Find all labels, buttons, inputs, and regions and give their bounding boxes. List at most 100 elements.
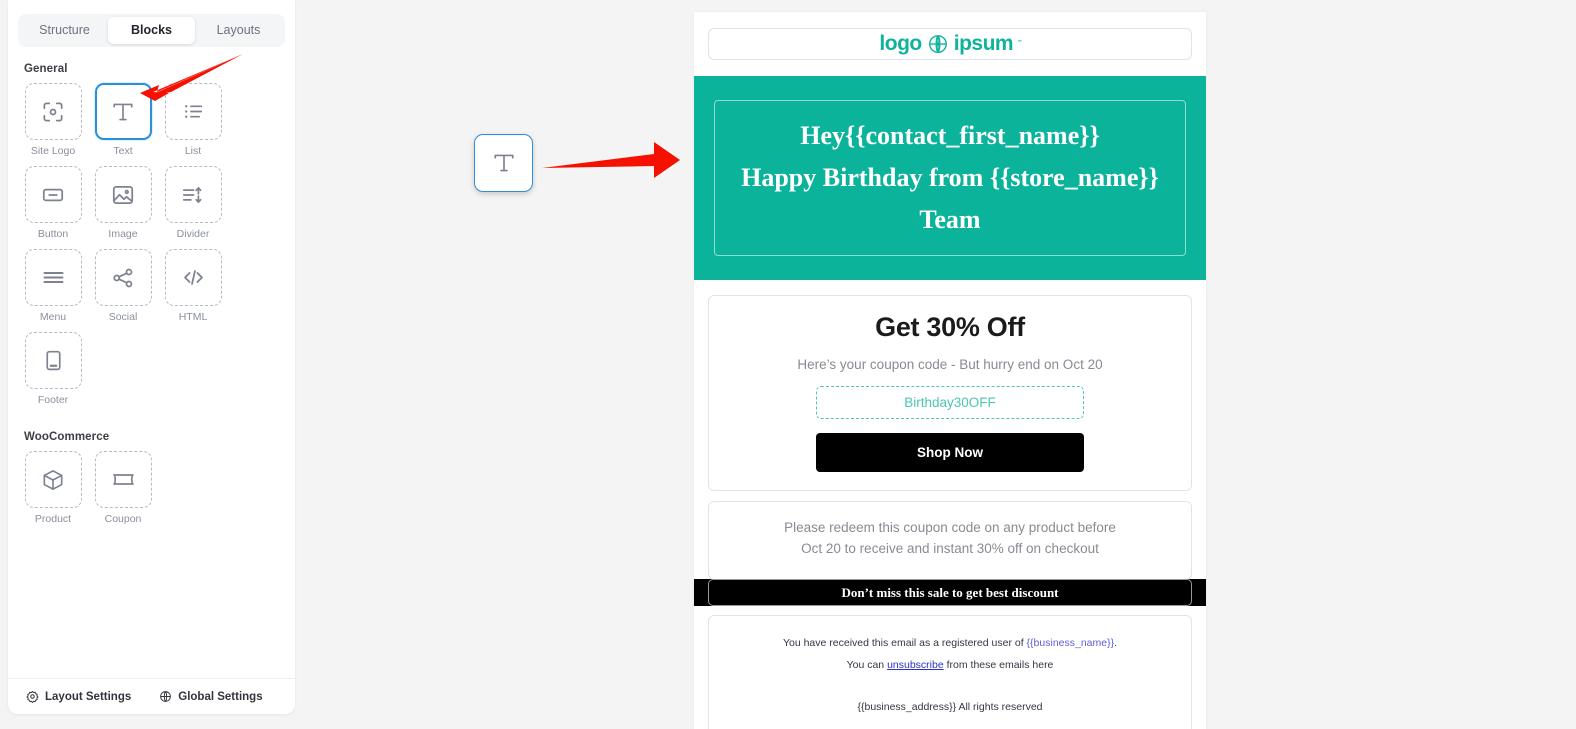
footer-line-2: You can unsubscribe from these emails he… [723,654,1177,676]
email-footer-card[interactable]: You have received this email as a regist… [708,615,1192,729]
email-hero-section[interactable]: Hey{{contact_first_name}} Happy Birthday… [694,76,1206,280]
group-title-woocommerce: WooCommerce [24,431,110,443]
block-label: Text [113,145,133,157]
text-icon [113,103,133,120]
tab-layouts[interactable]: Layouts [195,17,282,44]
hero-text-block[interactable]: Hey{{contact_first_name}} Happy Birthday… [714,100,1186,256]
footer-line2-suffix: from these emails here [943,659,1054,671]
offer-subtitle: Here’s your coupon code - But hurry end … [797,357,1103,372]
block-site-logo[interactable]: Site Logo [18,83,88,157]
coupon-ticket-icon [112,474,134,485]
block-divider[interactable]: Divider [158,166,228,240]
block-html[interactable]: HTML [158,249,228,323]
footer-line2-prefix: You can [846,659,888,671]
arrow-to-email-hero [542,142,680,178]
block-menu-box[interactable] [24,249,82,306]
offer-title: Get 30% Off [875,312,1025,342]
email-preview: logo ipsum ˜ Hey{{contact_first_name}} H… [694,12,1206,729]
brand-logo: logo ipsum ˜ [879,32,1021,56]
block-label: Image [108,228,138,240]
block-label: Menu [39,311,67,323]
block-label: Button [37,228,69,240]
globe-icon [160,691,172,702]
block-divider-box[interactable] [164,166,222,223]
block-product[interactable]: Product [18,451,88,525]
block-button[interactable]: Button [18,166,88,240]
gear-icon [26,690,39,703]
note-line-2: Oct 20 to receive and instant 30% off on… [801,541,1099,556]
footer-gap [723,676,1177,696]
globe-icon [928,35,947,53]
offer-card[interactable]: Get 30% Off Here’s your coupon code - Bu… [708,295,1192,491]
code-icon [183,270,203,285]
general-blocks-grid: Site Logo Text List Button Image Divider… [8,83,295,415]
logo-text-right: ipsum [953,32,1014,55]
block-html-box[interactable] [164,249,222,306]
tab-structure[interactable]: Structure [21,17,108,44]
discount-banner-text: Don’t miss this sale to get best discoun… [841,584,1059,600]
button-icon [42,188,64,201]
block-menu[interactable]: Menu [18,249,88,323]
hero-line-2: Happy Birthday from {{store_name}} [741,163,1159,192]
layout-settings-label: Layout Settings [45,690,132,703]
block-social[interactable]: Social [88,249,158,323]
block-image[interactable]: Image [88,166,158,240]
block-text[interactable]: Text [88,83,158,157]
product-box-icon [43,469,63,490]
block-social-box[interactable] [94,249,152,306]
block-text-box[interactable] [94,83,152,140]
block-button-box[interactable] [24,166,82,223]
block-footer[interactable]: Footer [18,332,88,406]
blocks-sidebar: Structure Blocks Layouts General Site Lo… [8,0,295,714]
block-label: Product [34,513,72,525]
block-coupon[interactable]: Coupon [88,451,158,525]
footer-business-name-var: {{business_name}} [1026,637,1115,649]
block-site-logo-box[interactable] [24,83,82,140]
dragged-text-block-chip[interactable] [474,134,533,192]
unsubscribe-link[interactable]: unsubscribe [887,659,944,671]
shop-now-button[interactable]: Shop Now [816,433,1084,472]
sidebar-footer: Layout Settings Global Settings [8,678,295,714]
block-footer-box[interactable] [24,332,82,389]
tab-blocks[interactable]: Blocks [108,17,195,44]
woocommerce-blocks-grid: Product Coupon [8,451,295,534]
block-label: HTML [178,311,208,323]
divider-icon [182,186,202,203]
layout-settings-button[interactable]: Layout Settings [26,690,131,703]
footer-line1-suffix: . [1114,637,1118,649]
discount-banner-inner: Don’t miss this sale to get best discoun… [708,579,1192,606]
block-label: Site Logo [30,145,76,157]
block-label: List [184,145,202,157]
redeem-note-card[interactable]: Please redeem this coupon code on any pr… [708,501,1192,580]
image-icon [112,185,134,204]
hero-line-3: Team [919,205,981,234]
text-icon [493,154,514,172]
block-list-box[interactable] [164,83,222,140]
block-product-box[interactable] [24,451,82,508]
group-title-general: General [24,63,68,75]
footer-line-1: You have received this email as a regist… [723,632,1177,654]
email-logo-block[interactable]: logo ipsum ˜ [708,28,1192,60]
block-label: Coupon [104,513,142,525]
coupon-code-box[interactable]: Birthday30OFF [816,386,1084,419]
footer-line-3: {{business_address}} All rights reserved [857,701,1043,713]
block-image-box[interactable] [94,166,152,223]
footer-line1-prefix: You have received this email as a regist… [782,637,1027,649]
editor-canvas: logo ipsum ˜ Hey{{contact_first_name}} H… [140,0,1576,729]
block-label: Social [108,311,138,323]
global-settings-button[interactable]: Global Settings [159,690,263,703]
block-list[interactable]: List [158,83,228,157]
block-label: Footer [37,394,69,406]
site-logo-icon [43,101,63,122]
global-settings-label: Global Settings [178,690,263,703]
logo-trademark: ˜ [1018,39,1021,49]
coupon-code-text: Birthday30OFF [904,395,996,410]
footer-icon [45,350,61,371]
menu-icon [42,271,64,284]
hero-line-1: Hey{{contact_first_name}} [800,121,1100,150]
block-coupon-box[interactable] [94,451,152,508]
social-share-icon [113,268,133,287]
list-icon [184,105,202,118]
discount-banner[interactable]: Don’t miss this sale to get best discoun… [694,579,1206,606]
